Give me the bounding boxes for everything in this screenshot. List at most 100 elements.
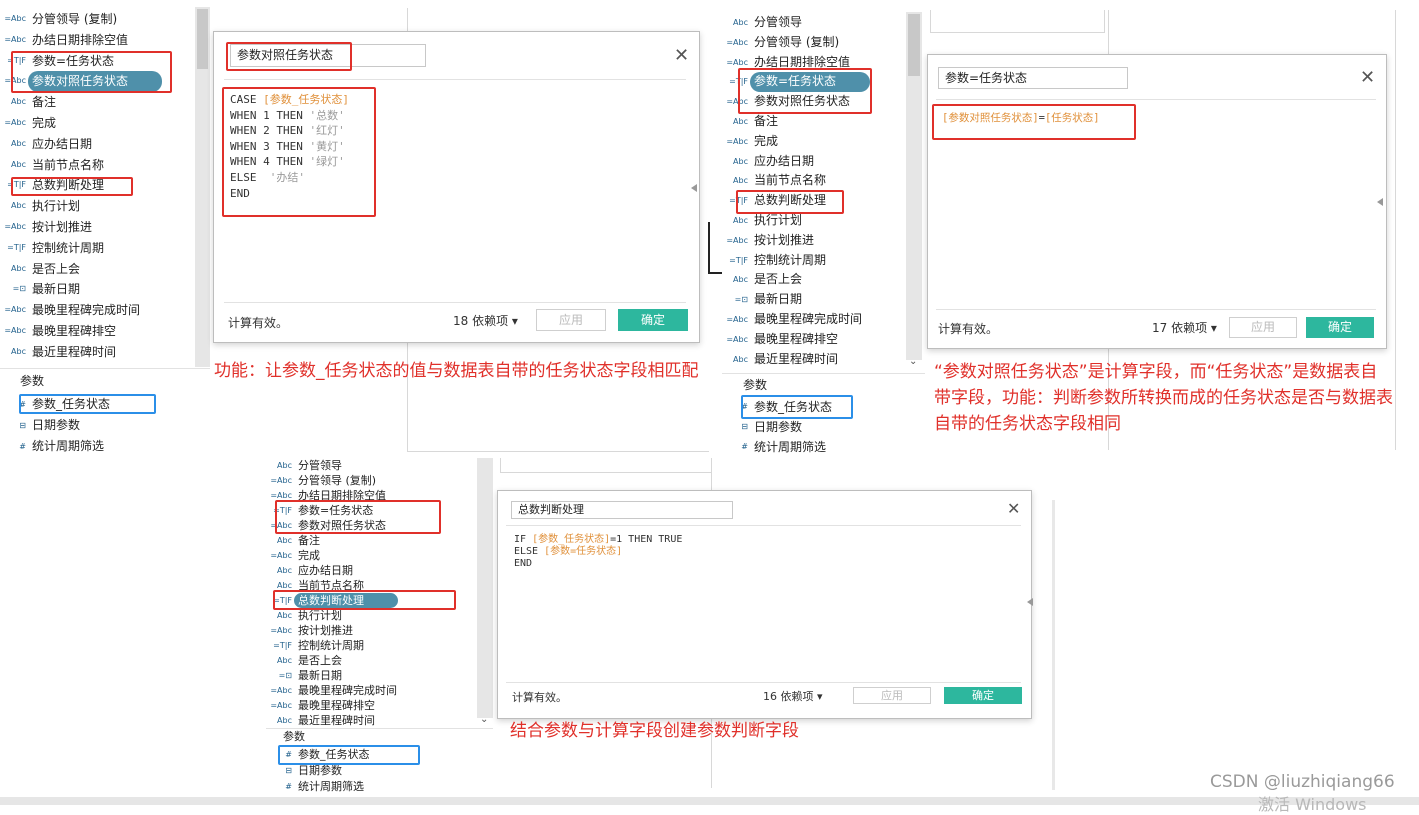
collapse-arrow-icon[interactable] <box>1377 198 1383 206</box>
separator-bracket-foot <box>708 272 722 274</box>
field-item[interactable]: # 统计周期筛选 <box>266 779 364 795</box>
calc-name-input-3[interactable]: 总数判断处理 <box>511 501 733 519</box>
ok-button-1[interactable]: 确定 <box>618 309 688 331</box>
code-token: [参数=任务状态] <box>544 546 623 557</box>
field-item[interactable]: =Abc 完成 <box>266 548 320 563</box>
field-item[interactable]: =Abc 完成 <box>0 113 56 134</box>
field-item[interactable]: =Abc 最晚里程碑排空 <box>266 698 375 713</box>
field-label: 统计周期筛选 <box>754 440 827 454</box>
field-label: 最近里程碑时间 <box>32 344 117 359</box>
apply-button-3[interactable]: 应用 <box>853 687 931 704</box>
field-item[interactable]: =Abc 最晚里程碑完成时间 <box>722 310 862 330</box>
dependencies-dropdown-3[interactable]: 16 依赖项 ▾ <box>763 688 823 704</box>
field-item[interactable]: ⊟ 日期参数 <box>0 415 80 436</box>
ok-button-3[interactable]: 确定 <box>944 687 1022 704</box>
scrollbar-3[interactable] <box>477 458 493 718</box>
field-item[interactable]: =Abc 最晚里程碑完成时间 <box>0 300 140 321</box>
field-item[interactable]: Abc 是否上会 <box>266 653 342 668</box>
field-item[interactable]: =Abc 按计划推进 <box>266 623 353 638</box>
scroll-down-icon[interactable]: ⌄ <box>480 714 488 725</box>
field-item[interactable]: =Abc 分管领导 (复制) <box>0 9 117 30</box>
field-label: 最近里程碑时间 <box>298 714 375 727</box>
field-item[interactable]: Abc 执行计划 <box>0 196 80 217</box>
field-item[interactable]: =Abc 最晚里程碑排空 <box>722 330 838 350</box>
field-type-icon: Abc <box>733 176 748 186</box>
field-type-icon: Abc <box>733 275 748 285</box>
field-item[interactable]: Abc 备注 <box>0 92 56 113</box>
field-item[interactable]: ⊟ 日期参数 <box>722 417 802 437</box>
field-item[interactable]: =T|F 控制统计周期 <box>722 251 826 271</box>
field-label: 统计周期筛选 <box>298 780 364 793</box>
field-item[interactable]: =Abc 分管领导 (复制) <box>722 33 839 53</box>
field-item[interactable]: =T|F 控制统计周期 <box>266 638 364 653</box>
field-item[interactable]: # 统计周期筛选 <box>0 436 104 457</box>
field-item[interactable]: Abc 执行计划 <box>266 608 342 623</box>
field-type-icon: Abc <box>277 461 292 470</box>
field-item[interactable]: Abc 是否上会 <box>0 259 80 280</box>
separator-bracket <box>708 222 710 274</box>
field-label: 当前节点名称 <box>32 157 105 172</box>
field-item[interactable]: Abc 当前节点名称 <box>0 155 104 176</box>
dependencies-dropdown-2[interactable]: 17 依赖项 ▾ <box>1152 319 1217 336</box>
field-type-icon: Abc <box>11 138 26 148</box>
field-item[interactable]: Abc 当前节点名称 <box>722 171 826 191</box>
scroll-down-icon[interactable]: ⌄ <box>909 356 917 367</box>
field-item[interactable]: Abc 应办结日期 <box>0 134 92 155</box>
calc-status-3: 计算有效。 <box>512 691 567 704</box>
field-item[interactable]: Abc 最近里程碑时间 <box>0 342 116 363</box>
formula-editor-3[interactable]: IF [参数_任务状态]=1 THEN TRUE ELSE [参数=任务状态] EN… <box>514 534 682 570</box>
highlight-param-p1 <box>19 394 156 414</box>
annotation-3: 结合参数与计算字段创建参数判断字段 <box>510 721 799 741</box>
close-icon[interactable]: ✕ <box>674 47 689 65</box>
field-type-icon: Abc <box>11 263 26 273</box>
code-line: END <box>514 558 682 570</box>
scrollbar-thumb-2[interactable] <box>908 14 920 76</box>
field-item[interactable]: Abc 备注 <box>722 112 778 132</box>
field-label: 日期参数 <box>754 420 803 434</box>
field-item[interactable]: =⊡ 最新日期 <box>266 668 342 683</box>
field-type-icon: =Abc <box>270 701 292 710</box>
apply-button-1[interactable]: 应用 <box>536 309 606 331</box>
field-type-icon: =⊡ <box>734 295 748 305</box>
field-item[interactable]: =Abc 按计划推进 <box>0 217 92 238</box>
field-item[interactable]: =Abc 按计划推进 <box>722 231 814 251</box>
field-item[interactable]: Abc 备注 <box>266 533 320 548</box>
highlight-param-p2 <box>741 395 853 419</box>
code-token: [参数_任务状态] <box>532 534 611 545</box>
field-item[interactable]: Abc 分管领导 <box>266 458 342 473</box>
windows-watermark: 激活 Windows <box>1258 795 1367 814</box>
field-item[interactable]: Abc 是否上会 <box>722 270 802 290</box>
field-item[interactable]: =Abc 最晚里程碑排空 <box>0 321 116 342</box>
field-item[interactable]: =Abc 完成 <box>722 132 778 152</box>
field-item[interactable]: Abc 最近里程碑时间 <box>722 350 838 370</box>
ok-button-2[interactable]: 确定 <box>1306 317 1374 338</box>
field-item[interactable]: Abc 最近里程碑时间 <box>266 713 375 728</box>
dependencies-dropdown-1[interactable]: 18 依赖项 ▾ <box>453 312 518 329</box>
field-label: 备注 <box>298 534 320 547</box>
collapse-arrow-icon[interactable] <box>691 184 697 192</box>
field-type-icon: Abc <box>277 611 292 620</box>
field-item[interactable]: =Abc 办结日期排除空值 <box>0 30 128 51</box>
field-item[interactable]: ⊟ 日期参数 <box>266 763 342 779</box>
field-item[interactable]: =Abc 分管领导 (复制) <box>266 473 376 488</box>
field-item[interactable]: # 统计周期筛选 <box>722 437 826 457</box>
scrollbar-thumb-1[interactable] <box>197 9 208 69</box>
field-item[interactable]: Abc 应办结日期 <box>722 152 814 172</box>
field-item[interactable]: =⊡ 最新日期 <box>0 279 80 300</box>
close-icon[interactable]: ✕ <box>1360 69 1375 87</box>
code-token: END <box>514 558 533 569</box>
field-item[interactable]: Abc 应办结日期 <box>266 563 353 578</box>
field-type-icon: =Abc <box>270 626 292 635</box>
field-type-icon: =Abc <box>4 326 26 335</box>
field-item[interactable]: =⊡ 最新日期 <box>722 290 802 310</box>
collapse-arrow-icon[interactable] <box>1027 598 1033 606</box>
field-type-icon: =T|F <box>273 641 292 650</box>
field-item[interactable]: Abc 分管领导 <box>722 13 802 33</box>
close-icon[interactable]: ✕ <box>1007 500 1020 518</box>
field-label: 分管领导 <box>298 459 342 472</box>
field-item[interactable]: =Abc 最晚里程碑完成时间 <box>266 683 397 698</box>
field-item[interactable]: =T|F 控制统计周期 <box>0 238 104 259</box>
calc-name-input-2[interactable]: 参数=任务状态 <box>938 67 1128 89</box>
apply-button-2[interactable]: 应用 <box>1229 317 1297 338</box>
field-label: 分管领导 (复制) <box>298 474 377 487</box>
